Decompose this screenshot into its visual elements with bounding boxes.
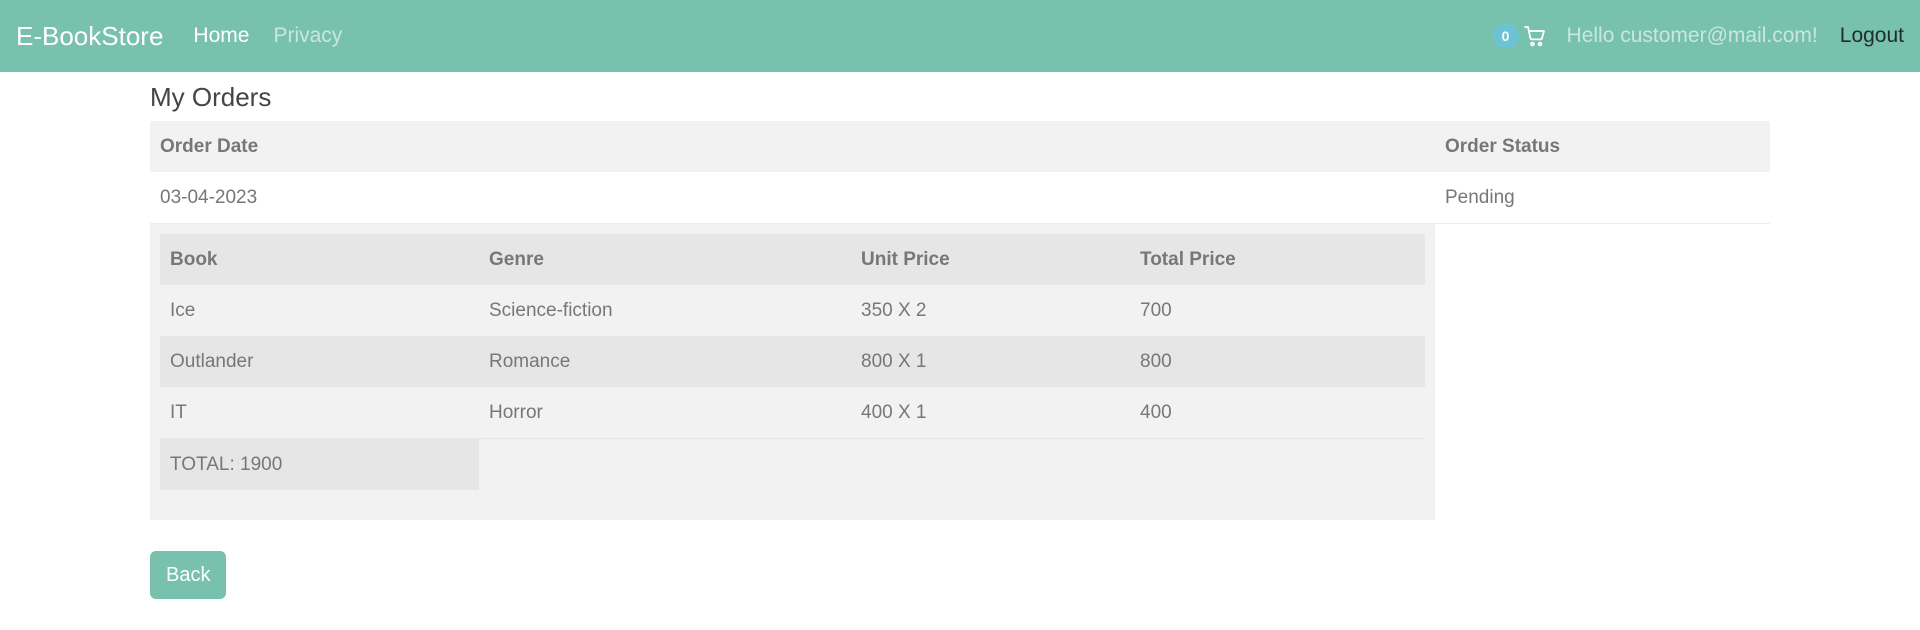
cart-link[interactable]: 0 [1492, 24, 1547, 48]
items-header-row: Book Genre Unit Price Total Price [160, 234, 1425, 285]
page-title: My Orders [150, 82, 272, 112]
nav-privacy-link[interactable]: Privacy [273, 24, 342, 48]
logout-link[interactable]: Logout [1840, 24, 1904, 48]
total-row-empty [1130, 438, 1425, 490]
order-status: Pending [1435, 172, 1770, 224]
brand-link[interactable]: E-BookStore [16, 21, 163, 52]
genre-cell: Science-fiction [479, 285, 851, 336]
total-price-cell: 400 [1130, 387, 1425, 439]
total-price-cell: 800 [1130, 336, 1425, 387]
order-date: 03-04-2023 [150, 172, 1435, 224]
genre-cell: Horror [479, 387, 851, 439]
total-row-empty [851, 438, 1130, 490]
order-items-table: Book Genre Unit Price Total Price Ice Sc… [160, 234, 1425, 490]
unit-price-cell: 400 X 1 [851, 387, 1130, 439]
order-details-row: Book Genre Unit Price Total Price Ice Sc… [150, 223, 1770, 520]
book-cell: Outlander [160, 336, 479, 387]
table-row: Outlander Romance 800 X 1 800 [160, 336, 1425, 387]
table-row: Ice Science-fiction 350 X 2 700 [160, 285, 1425, 336]
order-details-cell: Book Genre Unit Price Total Price Ice Sc… [150, 223, 1435, 520]
greeting-text: Hello customer@mail.com! [1566, 24, 1818, 47]
total-row: TOTAL: 1900 [160, 438, 1425, 490]
details-empty-cell [1435, 223, 1770, 520]
genre-header: Genre [479, 234, 851, 285]
nav-home-link[interactable]: Home [193, 24, 249, 48]
navbar: E-BookStore Home Privacy 0 Hello custome… [0, 0, 1920, 72]
unit-price-cell: 800 X 1 [851, 336, 1130, 387]
total-price-header: Total Price [1130, 234, 1425, 285]
book-header: Book [160, 234, 479, 285]
book-cell: Ice [160, 285, 479, 336]
main-container: My Orders Order Date Order Status 03-04-… [150, 72, 1770, 599]
total-price-cell: 700 [1130, 285, 1425, 336]
order-row[interactable]: 03-04-2023 Pending [150, 172, 1770, 224]
table-row: IT Horror 400 X 1 400 [160, 387, 1425, 439]
cart-icon [1523, 24, 1547, 48]
orders-table: Order Date Order Status 03-04-2023 Pendi… [150, 121, 1770, 520]
book-cell: IT [160, 387, 479, 439]
genre-cell: Romance [479, 336, 851, 387]
nav-right: 0 Hello customer@mail.com! Logout [1492, 24, 1904, 48]
order-date-header: Order Date [150, 121, 1435, 172]
cart-count-badge: 0 [1492, 24, 1519, 48]
unit-price-header: Unit Price [851, 234, 1130, 285]
order-status-header: Order Status [1435, 121, 1770, 172]
order-total: TOTAL: 1900 [160, 438, 479, 490]
back-button[interactable]: Back [150, 551, 227, 599]
orders-header-row: Order Date Order Status [150, 121, 1770, 172]
unit-price-cell: 350 X 2 [851, 285, 1130, 336]
total-row-empty [479, 438, 851, 490]
